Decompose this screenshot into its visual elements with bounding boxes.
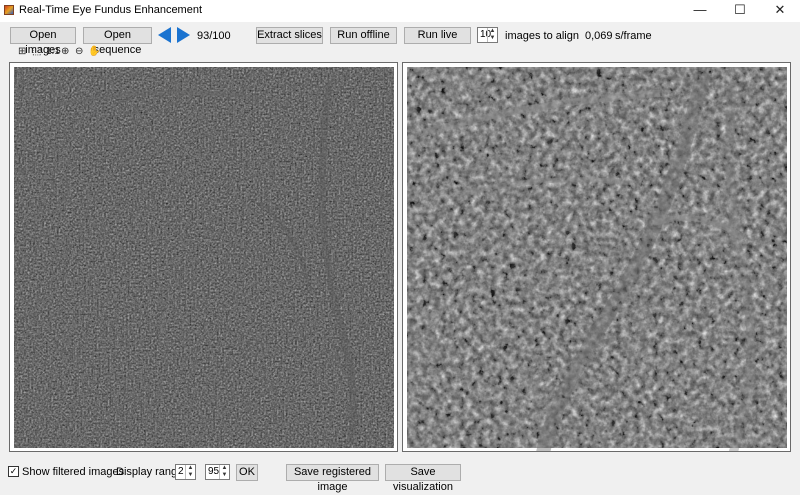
chevron-down-icon[interactable]: ▼: [186, 472, 195, 479]
maximize-button[interactable]: ☐: [720, 0, 760, 22]
chevron-up-icon[interactable]: ▲: [488, 28, 497, 35]
stepper-arrows[interactable]: ▲ ▼: [219, 465, 229, 479]
stepper-arrows[interactable]: ▲ ▼: [185, 465, 195, 479]
select-icon[interactable]: ⬚: [32, 46, 41, 57]
chevron-up-icon[interactable]: ▲: [220, 465, 229, 472]
frame-counter: 93/100: [197, 30, 231, 42]
previous-frame-icon[interactable]: [158, 27, 171, 43]
chevron-down-icon[interactable]: ▼: [488, 35, 497, 42]
align-label: images to align: [505, 30, 579, 42]
enhanced-image-panel[interactable]: [402, 62, 791, 452]
show-filtered-checkbox[interactable]: ✓: [8, 466, 19, 477]
fit-icon[interactable]: ⊞: [18, 46, 26, 57]
zoom-out-icon[interactable]: ⊖: [75, 46, 83, 57]
zoom-in-icon[interactable]: ⊕: [61, 46, 69, 57]
open-sequence-button[interactable]: Open sequence: [83, 27, 152, 56]
ok-button[interactable]: OK: [236, 464, 258, 481]
chevron-down-icon[interactable]: ▼: [220, 472, 229, 479]
align-count-stepper[interactable]: 10 ▲ ▼: [477, 27, 498, 43]
pan-icon[interactable]: ✋: [88, 46, 100, 57]
save-registered-button[interactable]: Save registered image: [286, 464, 379, 493]
close-button[interactable]: ✕: [760, 0, 800, 22]
speed-unit: s/frame: [615, 30, 652, 42]
range-min-stepper[interactable]: 2 ▲ ▼: [175, 464, 196, 480]
range-min-value: 2: [178, 466, 184, 477]
title-bar: Real-Time Eye Fundus Enhancement — ☐ ✕: [0, 0, 800, 22]
window-title: Real-Time Eye Fundus Enhancement: [19, 4, 203, 16]
range-max-stepper[interactable]: 95 ▲ ▼: [205, 464, 230, 480]
save-visualization-button[interactable]: Save visualization: [385, 464, 461, 493]
range-max-value: 95: [208, 466, 220, 477]
speed-value: 0,069: [585, 30, 613, 42]
next-frame-icon[interactable]: [177, 27, 190, 43]
enhanced-fundus-image: [407, 67, 787, 451]
run-live-button[interactable]: Run live: [404, 27, 471, 44]
open-images-button[interactable]: Open images: [10, 27, 76, 56]
zoom-one-to-one-button[interactable]: 1:1: [46, 46, 60, 57]
minimize-button[interactable]: —: [680, 0, 720, 22]
app-icon: [4, 5, 14, 15]
run-offline-button[interactable]: Run offline: [330, 27, 397, 44]
show-filtered-label[interactable]: Show filtered images: [22, 466, 124, 478]
original-fundus-image: [14, 67, 394, 448]
chevron-up-icon[interactable]: ▲: [186, 465, 195, 472]
stepper-arrows[interactable]: ▲ ▼: [487, 28, 497, 42]
original-image-panel[interactable]: [9, 62, 398, 452]
extract-slices-button[interactable]: Extract slices: [256, 27, 323, 44]
